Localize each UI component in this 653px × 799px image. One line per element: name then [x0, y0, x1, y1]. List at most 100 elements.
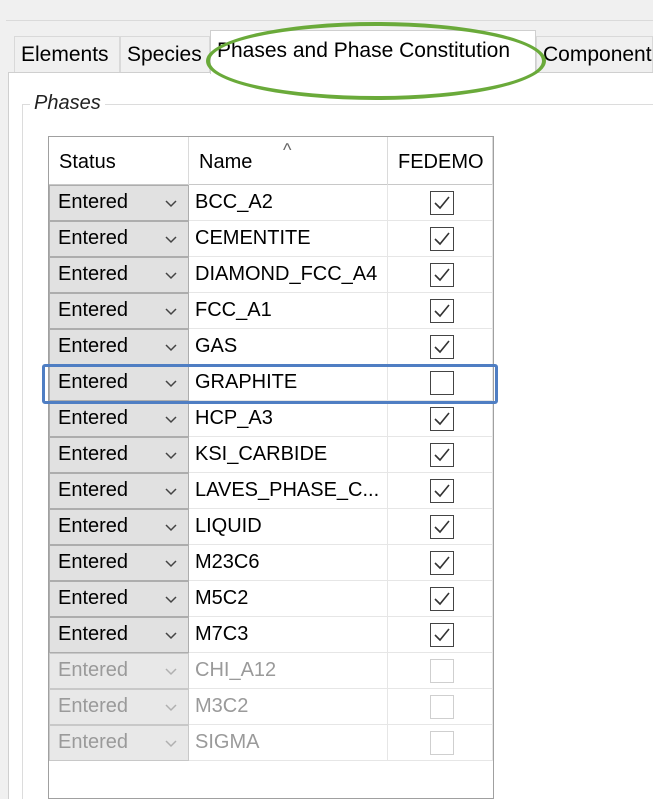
- phase-name: DIAMOND_FCC_A4: [195, 263, 378, 285]
- table-row[interactable]: Entered LIQUID: [49, 509, 493, 545]
- column-header-name[interactable]: ^ Name: [189, 137, 388, 185]
- fedemo-cell: [388, 293, 493, 329]
- status-dropdown[interactable]: Entered: [49, 257, 189, 293]
- table-row[interactable]: Entered KSI_CARBIDE: [49, 437, 493, 473]
- checkmark-icon: [434, 556, 450, 570]
- phase-name-cell: FCC_A1: [189, 293, 388, 329]
- checkmark-icon: [434, 448, 450, 462]
- checkmark-icon: [434, 340, 450, 354]
- fedemo-checkbox[interactable]: [430, 371, 454, 395]
- phase-name: SIGMA: [195, 731, 260, 753]
- status-value: Entered: [58, 191, 129, 213]
- status-header-label: Status: [59, 151, 116, 173]
- chevron-down-icon[interactable]: [164, 736, 178, 750]
- table-row[interactable]: Entered GAS: [49, 329, 493, 365]
- table-row[interactable]: Entered DIAMOND_FCC_A4: [49, 257, 493, 293]
- status-value: Entered: [58, 623, 129, 645]
- fedemo-checkbox: [430, 731, 454, 755]
- fedemo-checkbox[interactable]: [430, 479, 454, 503]
- phase-name-cell: BCC_A2: [189, 185, 388, 221]
- fedemo-checkbox[interactable]: [430, 299, 454, 323]
- fedemo-checkbox[interactable]: [430, 191, 454, 215]
- status-dropdown[interactable]: Entered: [49, 401, 189, 437]
- fedemo-header-label: FEDEMO: [398, 151, 484, 173]
- fedemo-checkbox[interactable]: [430, 515, 454, 539]
- fedemo-checkbox[interactable]: [430, 443, 454, 467]
- chevron-down-icon[interactable]: [164, 700, 178, 714]
- top-divider: [6, 20, 653, 21]
- tab-phases-and-phase-constitution[interactable]: Phases and Phase Constitution: [210, 30, 536, 74]
- tab-species[interactable]: Species: [120, 36, 210, 72]
- name-header-label: Name: [199, 151, 253, 173]
- fedemo-checkbox[interactable]: [430, 335, 454, 359]
- chevron-down-icon[interactable]: [164, 592, 178, 606]
- status-dropdown[interactable]: Entered: [49, 293, 189, 329]
- chevron-down-icon[interactable]: [164, 448, 178, 462]
- status-dropdown[interactable]: Entered: [49, 221, 189, 257]
- tab-elements[interactable]: Elements: [14, 36, 120, 72]
- status-value: Entered: [58, 227, 129, 249]
- table-row[interactable]: Entered SIGMA: [49, 725, 493, 761]
- status-dropdown[interactable]: Entered: [49, 473, 189, 509]
- status-dropdown[interactable]: Entered: [49, 545, 189, 581]
- table-row[interactable]: Entered CHI_A12: [49, 653, 493, 689]
- chevron-down-icon[interactable]: [164, 232, 178, 246]
- chevron-down-icon[interactable]: [164, 556, 178, 570]
- status-dropdown[interactable]: Entered: [49, 329, 189, 365]
- column-header-fedemo[interactable]: FEDEMO: [388, 137, 493, 185]
- phases-grid: Status ^ Name FEDEMO Entered BCC_A2 Entere…: [48, 136, 494, 799]
- status-dropdown[interactable]: Entered: [49, 581, 189, 617]
- status-dropdown: Entered: [49, 689, 189, 725]
- chevron-down-icon[interactable]: [164, 376, 178, 390]
- chevron-down-icon[interactable]: [164, 412, 178, 426]
- status-value: Entered: [58, 263, 129, 285]
- chevron-down-icon[interactable]: [164, 304, 178, 318]
- table-row[interactable]: Entered M3C2: [49, 689, 493, 725]
- tab-components[interactable]: Components: [536, 36, 653, 72]
- table-row[interactable]: Entered M23C6: [49, 545, 493, 581]
- fedemo-checkbox[interactable]: [430, 227, 454, 251]
- table-row[interactable]: Entered BCC_A2: [49, 185, 493, 221]
- grid-header: Status ^ Name FEDEMO: [49, 137, 493, 185]
- chevron-down-icon[interactable]: [164, 484, 178, 498]
- fedemo-checkbox[interactable]: [430, 263, 454, 287]
- status-dropdown[interactable]: Entered: [49, 617, 189, 653]
- fedemo-cell: [388, 509, 493, 545]
- chevron-down-icon[interactable]: [164, 196, 178, 210]
- chevron-down-icon[interactable]: [164, 340, 178, 354]
- table-row[interactable]: Entered FCC_A1: [49, 293, 493, 329]
- checkmark-icon: [434, 196, 450, 210]
- phase-name: GRAPHITE: [195, 371, 298, 393]
- status-dropdown[interactable]: Entered: [49, 509, 189, 545]
- table-row[interactable]: Entered HCP_A3: [49, 401, 493, 437]
- phase-name: CHI_A12: [195, 659, 277, 681]
- chevron-down-icon[interactable]: [164, 664, 178, 678]
- fedemo-checkbox[interactable]: [430, 407, 454, 431]
- fedemo-cell: [388, 689, 493, 725]
- chevron-down-icon[interactable]: [164, 628, 178, 642]
- table-row[interactable]: Entered M5C2: [49, 581, 493, 617]
- phase-name-cell: KSI_CARBIDE: [189, 437, 388, 473]
- phase-name-cell: M3C2: [189, 689, 388, 725]
- status-dropdown: Entered: [49, 653, 189, 689]
- table-row[interactable]: Entered M7C3: [49, 617, 493, 653]
- column-header-status[interactable]: Status: [49, 137, 189, 185]
- fedemo-checkbox[interactable]: [430, 587, 454, 611]
- table-row[interactable]: Entered LAVES_PHASE_C...: [49, 473, 493, 509]
- chevron-down-icon[interactable]: [164, 520, 178, 534]
- fedemo-cell: [388, 437, 493, 473]
- fedemo-cell: [388, 401, 493, 437]
- table-row[interactable]: Entered CEMENTITE: [49, 221, 493, 257]
- phase-name: LIQUID: [195, 515, 262, 537]
- fedemo-checkbox[interactable]: [430, 623, 454, 647]
- status-dropdown: Entered: [49, 725, 189, 761]
- table-row[interactable]: Entered GRAPHITE: [49, 365, 493, 401]
- fedemo-checkbox[interactable]: [430, 551, 454, 575]
- phase-name-cell: GRAPHITE: [189, 365, 388, 401]
- status-dropdown[interactable]: Entered: [49, 437, 189, 473]
- status-dropdown[interactable]: Entered: [49, 365, 189, 401]
- phase-name-cell: GAS: [189, 329, 388, 365]
- status-dropdown[interactable]: Entered: [49, 185, 189, 221]
- chevron-down-icon[interactable]: [164, 268, 178, 282]
- status-value: Entered: [58, 479, 129, 501]
